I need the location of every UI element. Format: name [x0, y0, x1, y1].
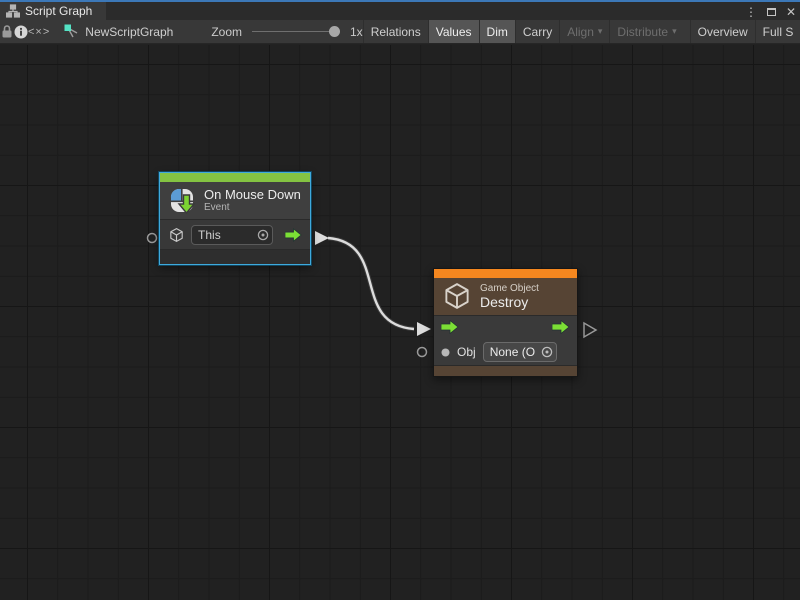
destroy-obj-input-port[interactable]	[418, 348, 427, 357]
event-target-value: This	[198, 228, 221, 242]
destroy-obj-value: None (O	[490, 345, 535, 359]
game-object-cube-icon	[442, 281, 472, 311]
code-view-icon: <×>	[28, 26, 50, 38]
destroy-obj-field[interactable]: None (O	[483, 342, 557, 362]
destroy-node-category: Game Object	[480, 283, 539, 295]
tab-bar: Script Graph ⋮ ✕	[0, 2, 800, 20]
chevron-down-icon: ▾	[672, 26, 677, 37]
event-node-color-strip	[160, 173, 310, 182]
event-node-footer	[160, 249, 310, 264]
dim-label: Dim	[487, 25, 508, 39]
node-destroy[interactable]: Game Object Destroy Obj None (O	[433, 268, 578, 377]
value-port-dot-icon[interactable]	[441, 348, 450, 357]
zoom-slider-handle[interactable]	[329, 26, 340, 37]
full-screen-button[interactable]: Full S	[755, 20, 800, 43]
distribute-dropdown[interactable]: Distribute ▾	[609, 20, 683, 43]
mouse-down-icon	[168, 187, 196, 215]
unity-script-graph-window: Script Graph ⋮ ✕ <×>	[0, 0, 800, 600]
values-button[interactable]: Values	[428, 20, 479, 43]
toolbar-toggle-group: Relations Values Dim Carry Align ▾ Distr…	[363, 20, 800, 43]
dim-button[interactable]: Dim	[479, 20, 515, 43]
window-controls: ⋮ ✕	[745, 4, 796, 20]
tab-label: Script Graph	[25, 4, 92, 18]
graph-asset-button[interactable]: NewScriptGraph	[64, 20, 173, 43]
event-node-header: On Mouse Down Event	[160, 182, 310, 219]
destroy-node-footer	[434, 365, 577, 376]
zoom-label: Zoom	[211, 25, 242, 39]
event-flow-output-arrow-icon[interactable]	[285, 228, 302, 242]
info-button[interactable]	[14, 20, 28, 43]
destroy-obj-label: Obj	[457, 345, 476, 359]
zoom-value: 1x	[350, 25, 363, 39]
info-icon	[14, 25, 28, 39]
relations-label: Relations	[371, 25, 421, 39]
event-target-input-port[interactable]	[148, 234, 157, 243]
align-label: Align	[567, 25, 594, 39]
values-label: Values	[436, 25, 472, 39]
lock-button[interactable]	[0, 20, 14, 43]
destroy-obj-row: Obj None (O	[434, 339, 577, 365]
chevron-down-icon: ▾	[598, 26, 603, 37]
graph-asset-name: NewScriptGraph	[85, 25, 173, 39]
full-screen-label: Full S	[763, 25, 794, 39]
tab-script-graph[interactable]: Script Graph	[0, 2, 106, 20]
graph-canvas[interactable]	[0, 45, 800, 600]
game-object-cube-icon	[168, 226, 185, 244]
object-picker-icon[interactable]	[541, 346, 553, 358]
overview-label: Overview	[698, 25, 748, 39]
destroy-node-title: Destroy	[480, 295, 539, 310]
distribute-label: Distribute	[617, 25, 668, 39]
destroy-flow-row	[434, 315, 577, 340]
lock-icon	[0, 24, 14, 39]
carry-button[interactable]: Carry	[515, 20, 559, 43]
window-menu-icon[interactable]: ⋮	[745, 4, 757, 20]
close-icon[interactable]: ✕	[786, 4, 796, 20]
event-node-titles: On Mouse Down Event	[204, 187, 301, 214]
overview-button[interactable]: Overview	[690, 20, 755, 43]
hierarchy-graph-icon	[6, 4, 20, 18]
maximize-icon[interactable]	[767, 8, 776, 16]
script-graph-asset-icon	[64, 24, 79, 39]
graph-toolbar: <×> NewScriptGraph Zoom 1x Relations Val…	[0, 20, 800, 44]
destroy-flow-input-arrow-icon[interactable]	[441, 320, 459, 334]
align-dropdown[interactable]: Align ▾	[559, 20, 609, 43]
relations-button[interactable]: Relations	[363, 20, 428, 43]
zoom-slider-track	[252, 31, 338, 32]
event-node-title: On Mouse Down	[204, 187, 301, 202]
event-node-subtitle: Event	[204, 202, 301, 214]
node-on-mouse-down[interactable]: On Mouse Down Event This	[159, 172, 311, 265]
event-node-port-row: This	[160, 219, 310, 249]
destroy-node-header: Game Object Destroy	[434, 278, 577, 315]
zoom-slider[interactable]	[252, 20, 338, 44]
object-picker-icon[interactable]	[257, 229, 269, 241]
destroy-node-color-strip	[434, 269, 577, 278]
code-view-button[interactable]: <×>	[28, 20, 50, 43]
destroy-node-titles: Game Object Destroy	[480, 283, 539, 310]
event-target-field[interactable]: This	[191, 225, 273, 245]
carry-label: Carry	[523, 25, 552, 39]
zoom-control: Zoom 1x	[211, 20, 362, 43]
destroy-flow-output-arrow-icon[interactable]	[552, 320, 570, 334]
